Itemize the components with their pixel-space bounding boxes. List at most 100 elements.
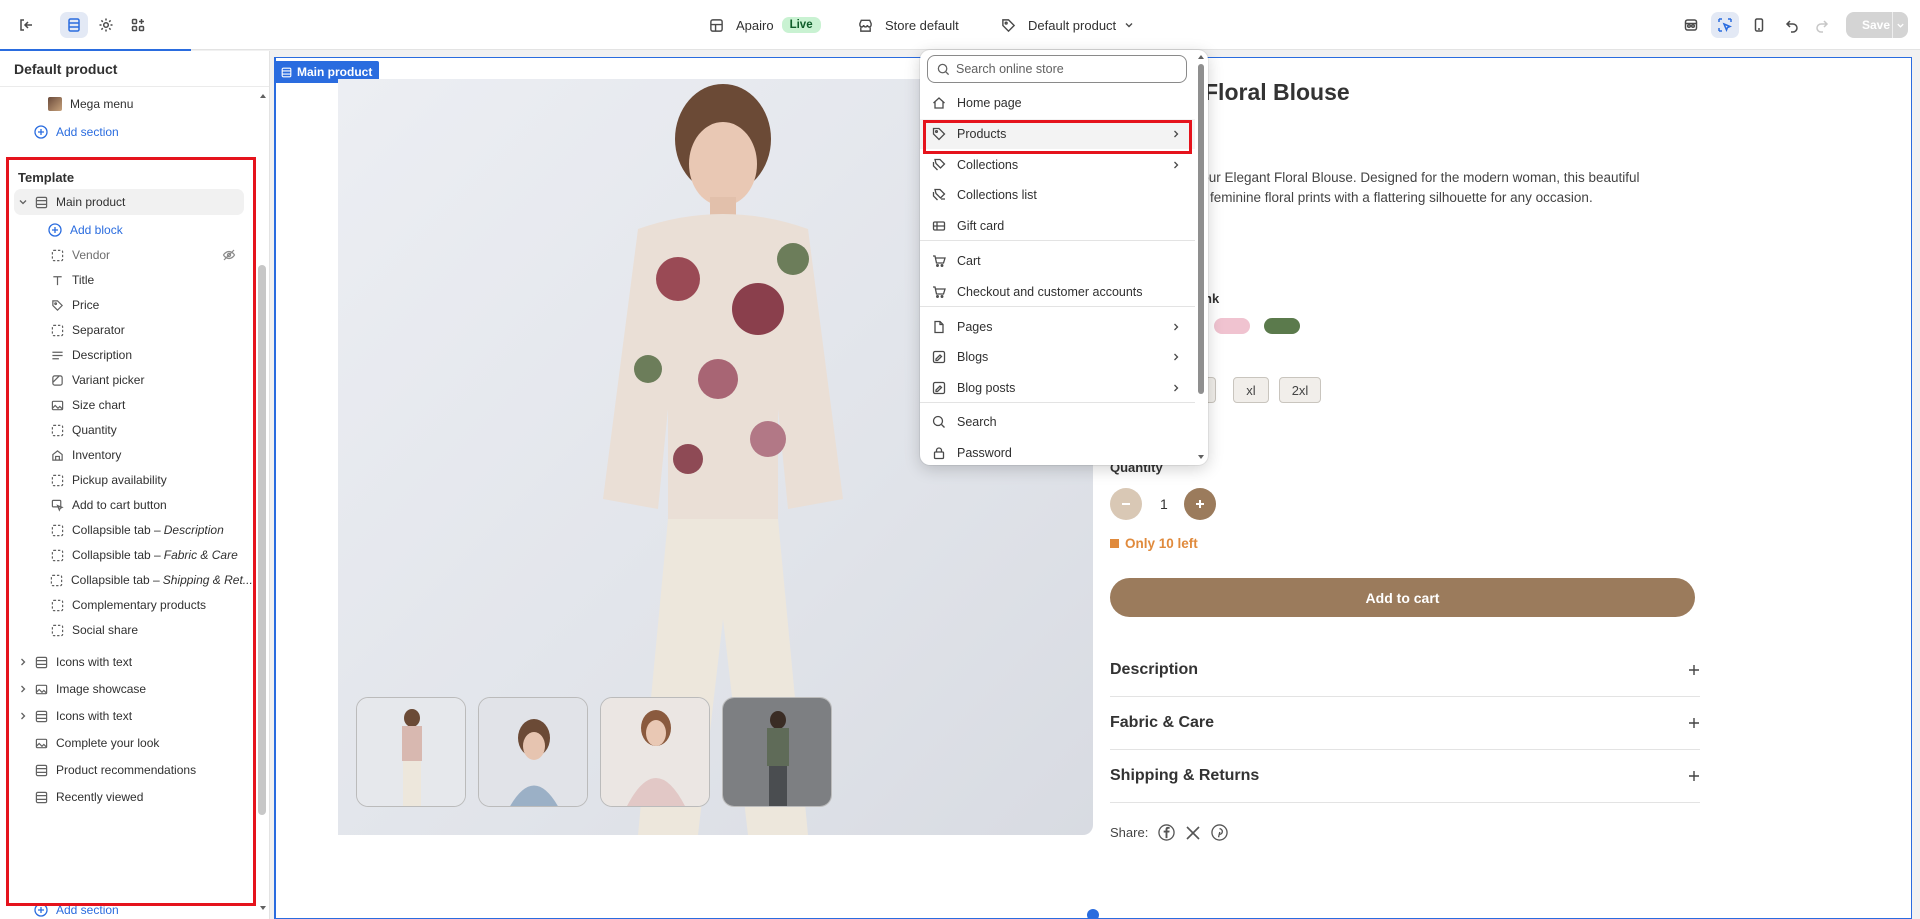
redo-icon[interactable] <box>1808 12 1836 38</box>
facebook-icon[interactable] <box>1158 824 1176 841</box>
menu-item-pages[interactable]: Pages <box>920 312 1195 342</box>
inventory-dot-icon <box>1110 539 1119 548</box>
menu-item-label: Collections <box>957 158 1019 172</box>
thumbnail-1[interactable] <box>356 697 466 807</box>
menu-item-label: Blog posts <box>957 381 1016 395</box>
plus-icon <box>1196 500 1204 508</box>
share-label: Share: <box>1110 825 1149 840</box>
menu-item-home-page[interactable]: Home page <box>920 88 1195 118</box>
collection-list-icon <box>932 188 946 202</box>
dropdown-search-input[interactable]: Search online store <box>927 55 1187 83</box>
x-twitter-icon[interactable] <box>1185 825 1201 841</box>
scroll-down-icon[interactable] <box>1196 452 1206 462</box>
add-to-cart-button[interactable]: Add to cart <box>1110 578 1695 617</box>
description-line-1: n our Elegant Floral Blouse. Designed fo… <box>1190 170 1640 185</box>
mobile-view-icon[interactable] <box>1745 12 1773 38</box>
cart-icon <box>932 254 946 268</box>
save-button[interactable]: Save <box>1846 12 1908 38</box>
plus-icon <box>1689 665 1699 675</box>
menu-item-label: Cart <box>957 254 981 268</box>
sections-icon[interactable] <box>60 12 88 38</box>
thumbnail-image <box>601 698 709 806</box>
save-options-chevron-icon[interactable] <box>1892 12 1908 38</box>
menu-item-label: Checkout and customer accounts <box>957 285 1143 299</box>
sidebar-title: Default product <box>0 51 269 87</box>
quantity-increase-button[interactable] <box>1184 488 1216 520</box>
search-icon <box>932 415 946 429</box>
pinterest-icon[interactable] <box>1211 824 1229 841</box>
quantity-decrease-button[interactable] <box>1110 488 1142 520</box>
top-bar: Apairo Live Store default Default produc… <box>0 0 1920 51</box>
swatch-green[interactable] <box>1264 318 1300 334</box>
search-placeholder: Search online store <box>956 62 1064 76</box>
apps-icon[interactable] <box>124 12 152 38</box>
scroll-up-icon[interactable] <box>258 91 268 101</box>
blog-post-icon <box>932 381 946 395</box>
add-section-label: Add section <box>56 125 119 139</box>
menu-item-label: Gift card <box>957 219 1005 233</box>
menu-item-label: Search <box>957 415 997 429</box>
thumbnail-image <box>479 698 587 806</box>
plus-circle-icon <box>34 125 48 139</box>
chevron-right-icon <box>1171 160 1181 170</box>
save-label: Save <box>1862 18 1891 32</box>
section-mega-menu[interactable]: Mega menu <box>48 91 133 117</box>
collection-icon <box>932 158 946 172</box>
scroll-down-icon[interactable] <box>258 903 268 913</box>
thumbnail-3[interactable] <box>600 697 710 807</box>
size-chip-xl[interactable]: xl <box>1233 377 1269 403</box>
template-selector[interactable]: Default product <box>1001 14 1134 36</box>
inspector-icon[interactable] <box>1711 12 1739 38</box>
thumbnail-image <box>723 698 831 806</box>
accordion-title: Shipping & Returns <box>1110 767 1260 784</box>
preview-icon[interactable] <box>1677 12 1705 38</box>
context-selector[interactable]: Store default <box>858 14 959 36</box>
menu-item-gift-card[interactable]: Gift card <box>920 211 1195 241</box>
size-chip-2xl[interactable]: 2xl <box>1279 377 1321 403</box>
store-name[interactable]: Apairo Live <box>709 14 821 36</box>
menu-item-cart[interactable]: Cart <box>920 246 1195 276</box>
page-type-dropdown: Search online store Home page Products Col… <box>920 50 1208 465</box>
context-label: Store default <box>885 17 959 33</box>
plus-icon <box>1689 771 1699 781</box>
menu-item-search[interactable]: Search <box>920 407 1195 437</box>
scroll-up-icon[interactable] <box>1196 52 1206 62</box>
section-tag-label: Main product <box>297 65 373 79</box>
accordion-shipping-returns[interactable]: Shipping & Returns <box>1110 750 1700 803</box>
undo-icon[interactable] <box>1778 12 1806 38</box>
menu-item-checkout-and-customer-accounts[interactable]: Checkout and customer accounts <box>920 277 1195 307</box>
home-icon <box>932 96 946 110</box>
sidebar-scrollbar[interactable] <box>258 265 266 815</box>
thumbnail-2[interactable] <box>478 697 588 807</box>
section-icon <box>281 67 292 77</box>
menu-item-password[interactable]: Password <box>920 438 1195 465</box>
template-label: Default product <box>1028 17 1117 33</box>
menu-item-label: Blogs <box>957 350 989 364</box>
menu-item-blogs[interactable]: Blogs <box>920 342 1195 372</box>
accordion-description[interactable]: Description <box>1110 644 1700 697</box>
menu-item-label: Home page <box>957 96 1022 110</box>
thumbnail-image <box>357 698 465 806</box>
quantity-value[interactable]: 1 <box>1160 496 1168 512</box>
lock-icon <box>932 446 946 460</box>
swatch-pink[interactable] <box>1214 318 1250 334</box>
menu-item-collections-list[interactable]: Collections list <box>920 180 1195 210</box>
menu-item-blog-posts[interactable]: Blog posts <box>920 373 1195 403</box>
section-label: Mega menu <box>70 97 134 111</box>
chevron-right-icon <box>1171 322 1181 332</box>
share-row: Share: <box>1110 824 1229 841</box>
add-section-dot-icon[interactable] <box>1087 909 1099 919</box>
checkout-cart-icon <box>932 285 946 299</box>
gear-icon[interactable] <box>92 12 120 38</box>
highlight-template-box <box>6 157 256 906</box>
inventory-text: Only 10 left <box>1125 536 1198 551</box>
dropdown-scrollbar[interactable] <box>1198 64 1204 394</box>
exit-icon[interactable] <box>12 12 40 38</box>
menu-item-collections[interactable]: Collections <box>920 150 1195 180</box>
chevron-down-icon <box>1125 23 1133 28</box>
thumbnail-4[interactable] <box>722 697 832 807</box>
add-section-button-top[interactable]: Add section <box>34 119 119 145</box>
search-icon <box>937 63 950 76</box>
accordion-title: Fabric & Care <box>1110 714 1215 731</box>
accordion-fabric-care[interactable]: Fabric & Care <box>1110 697 1700 750</box>
